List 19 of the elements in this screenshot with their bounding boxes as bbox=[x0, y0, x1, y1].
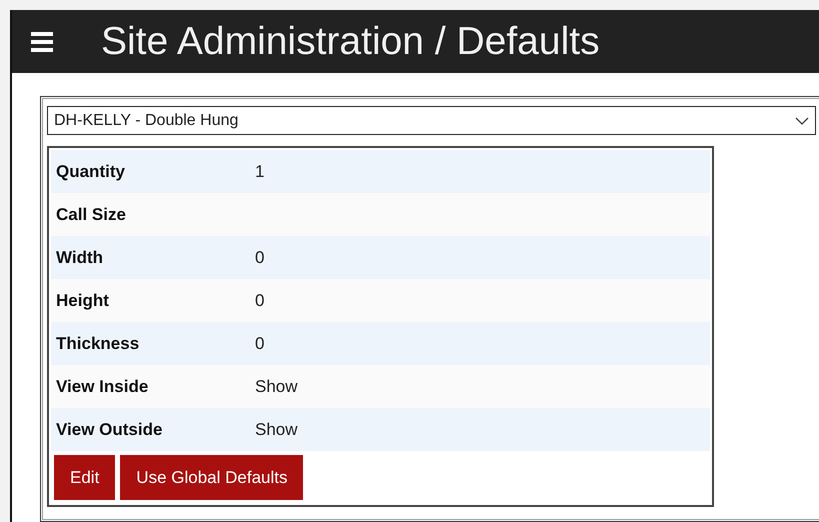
chevron-down-icon bbox=[795, 116, 809, 124]
field-label: Height bbox=[55, 290, 110, 310]
global-defaults-button[interactable]: Use Global Defaults bbox=[120, 455, 304, 500]
field-value: 1 bbox=[255, 162, 264, 182]
field-value: 0 bbox=[255, 290, 264, 310]
product-select[interactable]: DH-KELLY - Double Hung bbox=[47, 106, 816, 135]
field-value: Show bbox=[255, 376, 298, 396]
edit-button[interactable]: Edit bbox=[54, 455, 116, 500]
field-value: 0 bbox=[255, 248, 264, 268]
field-label: Call Size bbox=[55, 204, 127, 224]
field-label: View Inside bbox=[55, 376, 150, 396]
field-value: 0 bbox=[255, 334, 264, 354]
page-title: Site Administration / Defaults bbox=[101, 20, 600, 64]
field-label: View Outside bbox=[55, 420, 164, 440]
field-value: Show bbox=[255, 420, 298, 440]
menu-icon[interactable] bbox=[31, 32, 53, 52]
field-label: Width bbox=[55, 248, 104, 268]
field-label: Thickness bbox=[55, 334, 140, 354]
field-label: Quantity bbox=[55, 162, 126, 182]
